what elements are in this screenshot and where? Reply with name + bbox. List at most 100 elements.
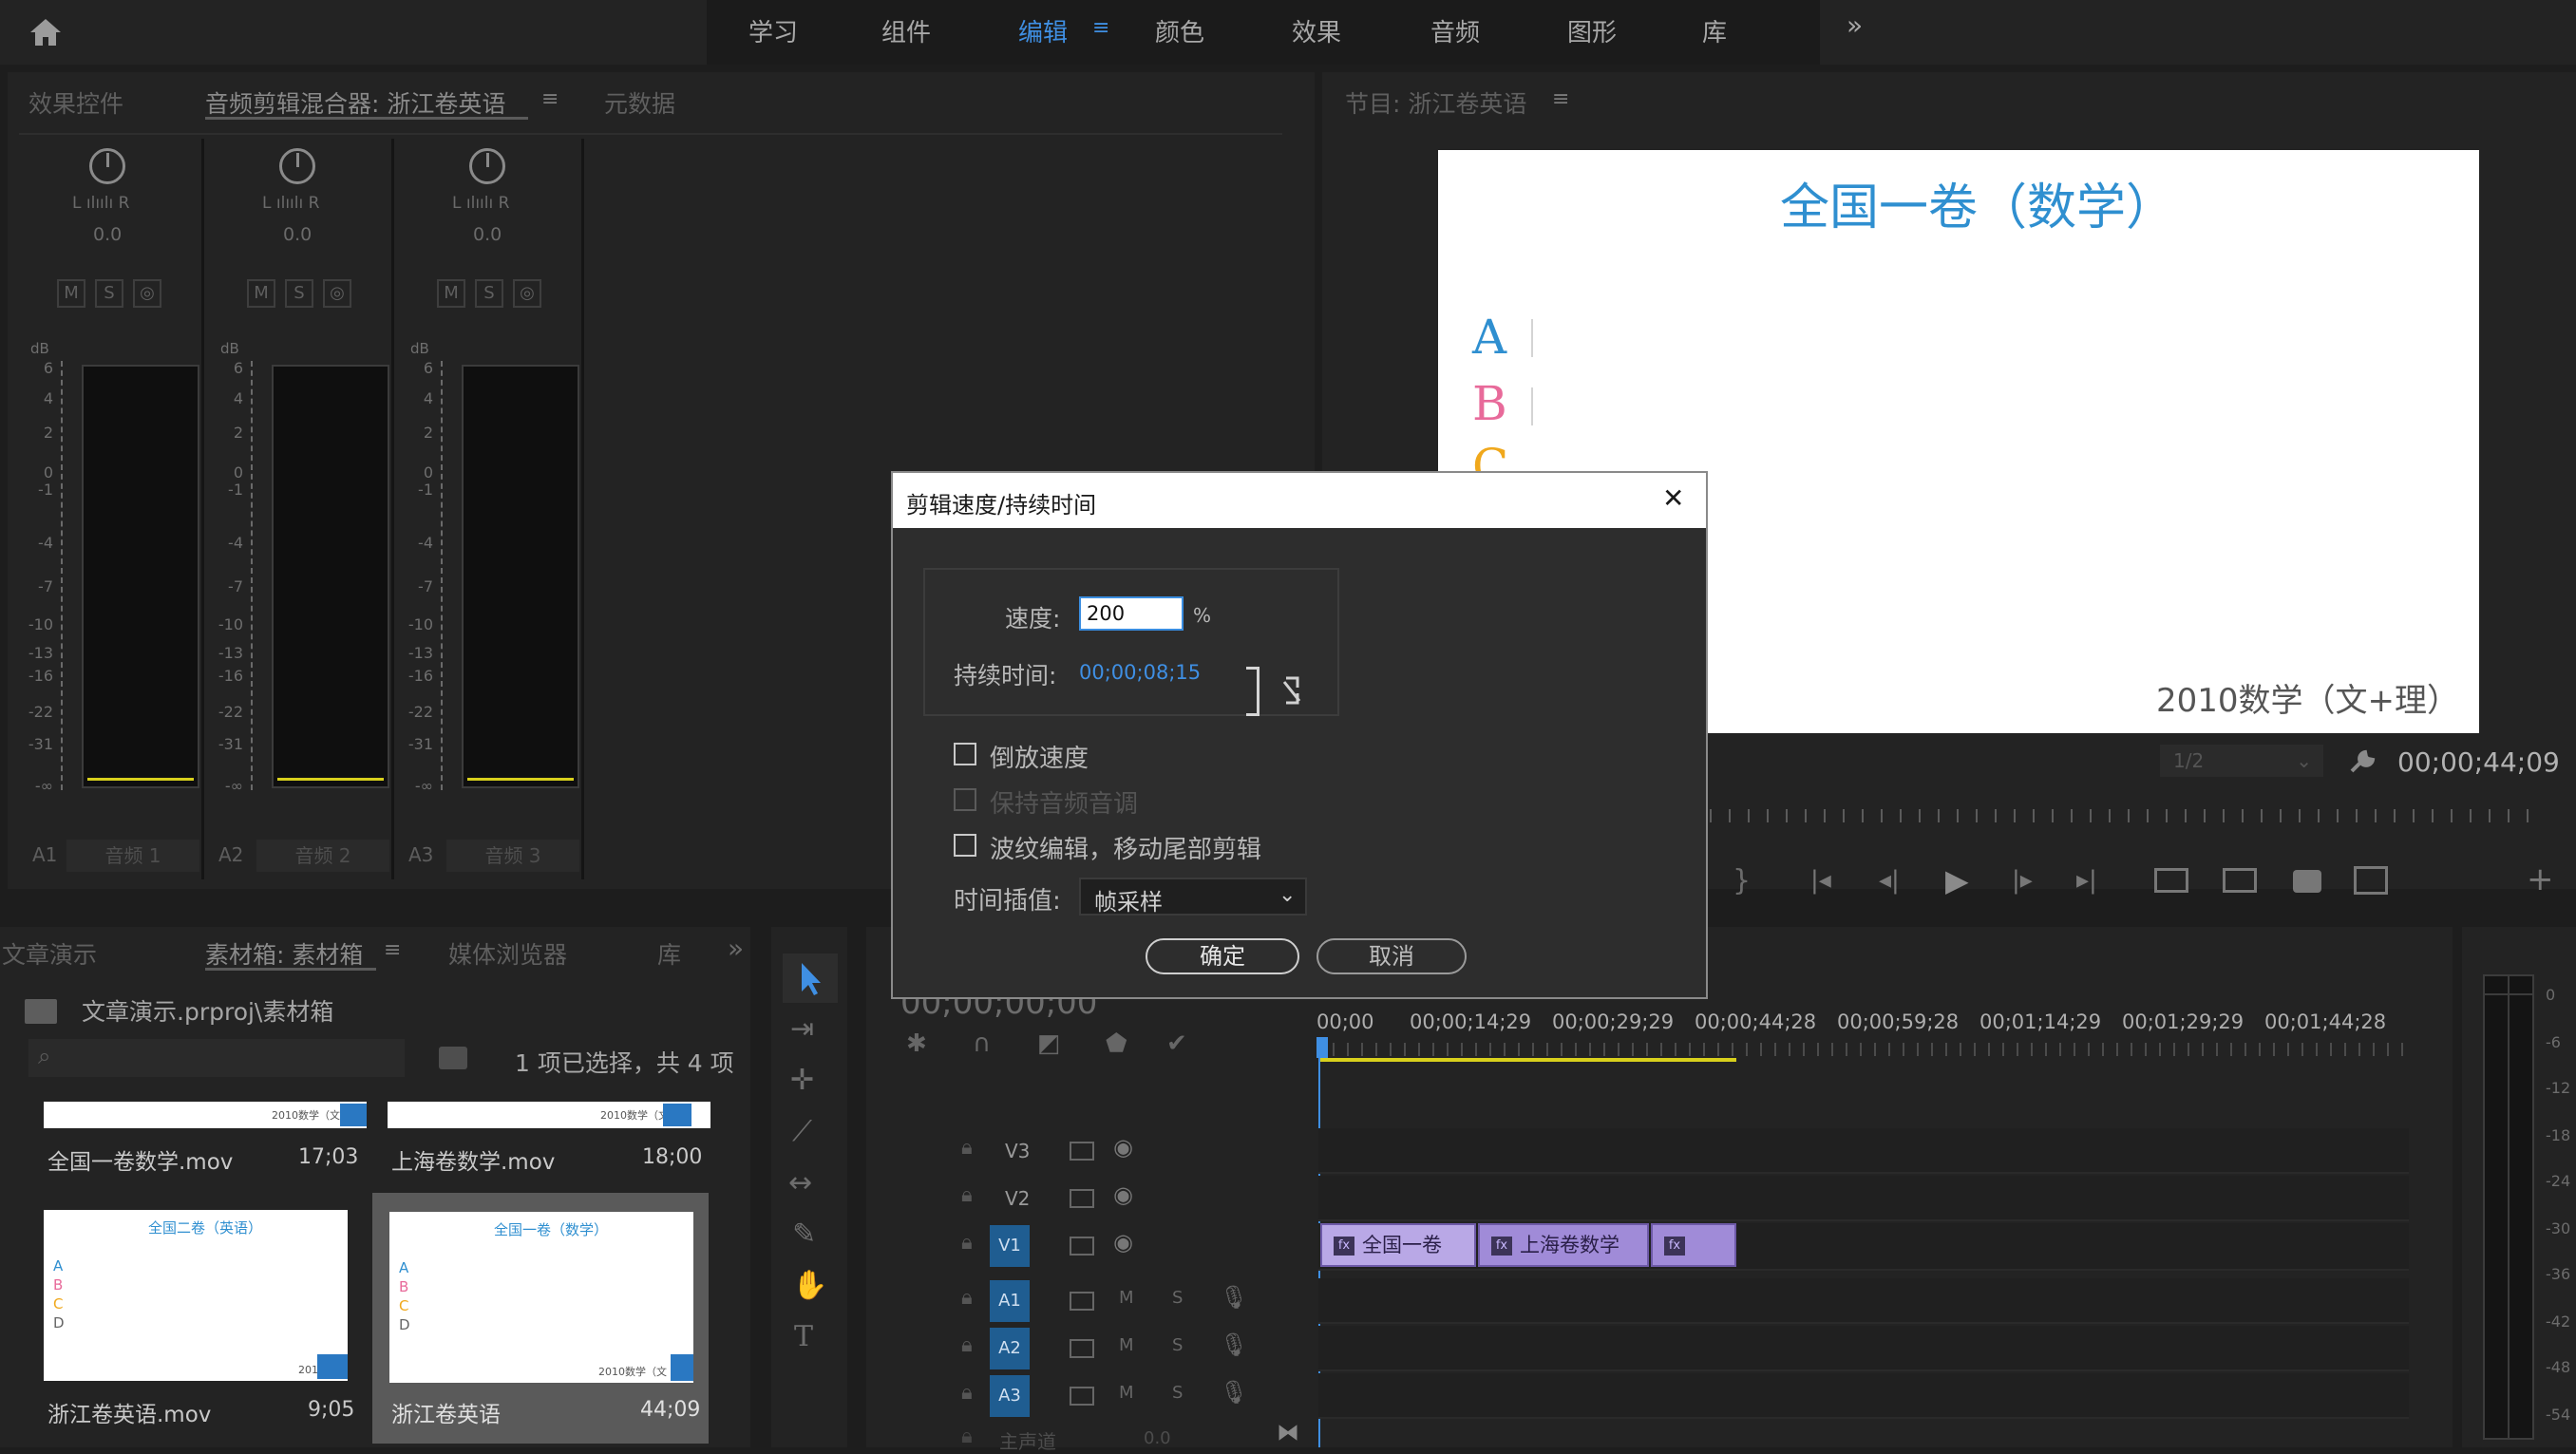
tab-media-browser[interactable]: 媒体浏览器 (448, 936, 567, 971)
tab-bin[interactable]: 素材箱: 素材箱 (205, 936, 363, 971)
solo-track-button[interactable]: S (1172, 1288, 1183, 1308)
settings-wrench-icon[interactable]: ✔ (1166, 1029, 1187, 1058)
clip-zhejiang-english[interactable]: fx (1651, 1223, 1736, 1267)
pan-knob[interactable] (89, 148, 125, 184)
microphone-icon[interactable]: 🎙︎ (1220, 1331, 1248, 1358)
bin-search-input[interactable]: ⌕ (28, 1039, 405, 1077)
slip-tool-icon[interactable]: ↔ (788, 1166, 812, 1199)
workspace-tab-effects[interactable]: 效果 (1292, 13, 1341, 48)
home-icon[interactable] (28, 17, 63, 47)
panel-menu-icon[interactable]: ≡ (541, 87, 559, 111)
nest-icon[interactable]: ✱ (906, 1029, 927, 1058)
maintain-pitch-checkbox[interactable] (954, 788, 976, 811)
clip-quanguo-yijuan[interactable]: fx 全国一卷 (1320, 1223, 1476, 1267)
bin-item[interactable]: 全国二卷（英语） A B C D 201 浙江卷英语.mov 9;05 (25, 1200, 378, 1440)
ripple-edit-tool-icon[interactable]: ✛ (790, 1064, 814, 1097)
lock-icon[interactable]: 🔒︎ (961, 1333, 973, 1357)
mute-button[interactable]: M (437, 279, 465, 308)
pen-tool-icon[interactable]: ✎ (792, 1218, 816, 1251)
microphone-icon[interactable]: 🎙︎ (1220, 1284, 1248, 1311)
source-patch-a1[interactable]: A1 (990, 1280, 1030, 1322)
go-to-in-icon[interactable]: |◂ (1810, 866, 1831, 895)
bin-item[interactable]: 2010数学（文 上海卷数学.mov 18;00 (386, 1102, 739, 1204)
microphone-icon[interactable]: 🎙︎ (1220, 1379, 1248, 1406)
workspace-tab-editing[interactable]: 编辑 (1018, 13, 1068, 48)
record-button[interactable]: ◎ (133, 279, 161, 308)
lock-icon[interactable]: 🔒︎ (961, 1425, 973, 1448)
workspace-tab-audio[interactable]: 音频 (1430, 13, 1480, 48)
playhead-handle[interactable] (1316, 1037, 1328, 1058)
go-to-out-icon[interactable]: ▸| (2076, 866, 2097, 895)
workspace-tab-assembly[interactable]: 组件 (881, 13, 931, 48)
duration-value[interactable]: 00;00;08;15 (1079, 661, 1201, 684)
compare-view-icon[interactable] (2354, 866, 2388, 895)
bin-item-selected[interactable]: 全国一卷（数学） A B C D 2010数学（文 浙江卷英语 44;09 (372, 1193, 709, 1444)
tab-program[interactable]: 节目: 浙江卷英语 (1345, 85, 1526, 120)
lift-icon[interactable] (2154, 868, 2188, 893)
speed-input[interactable]: 200 (1079, 596, 1184, 631)
type-tool-icon[interactable]: T (794, 1320, 813, 1353)
extract-icon[interactable] (2223, 868, 2257, 893)
camera-icon[interactable] (2293, 870, 2321, 893)
mute-track-button[interactable]: M (1119, 1383, 1134, 1403)
mute-track-button[interactable]: M (1119, 1335, 1134, 1355)
sync-lock-icon[interactable] (1070, 1189, 1094, 1208)
solo-button[interactable]: S (95, 279, 123, 308)
record-button[interactable]: ◎ (513, 279, 541, 308)
sync-lock-icon[interactable] (1070, 1339, 1094, 1358)
tab-project[interactable]: 文章演示 (2, 936, 97, 971)
unlink-icon[interactable] (1279, 674, 1305, 707)
reverse-speed-checkbox[interactable] (954, 743, 976, 765)
play-icon[interactable]: ▶ (1945, 862, 1969, 898)
monitor-ruler[interactable] (1710, 809, 2546, 822)
tab-metadata[interactable]: 元数据 (604, 85, 675, 120)
ok-button[interactable]: 确定 (1146, 938, 1299, 974)
source-patch-a3[interactable]: A3 (990, 1375, 1030, 1417)
more-panels-icon[interactable]: » (728, 933, 744, 964)
add-button-icon[interactable]: + (2527, 860, 2554, 898)
lock-icon[interactable]: 🔒︎ (961, 1381, 973, 1405)
mute-button[interactable]: M (57, 279, 85, 308)
sync-lock-icon[interactable] (1070, 1292, 1094, 1311)
track-select-tool-icon[interactable]: ⇥ (790, 1012, 814, 1046)
ripple-edit-checkbox[interactable] (954, 834, 976, 857)
linked-selection-icon[interactable]: ◩ (1037, 1029, 1061, 1058)
snap-icon[interactable]: ∩ (973, 1029, 991, 1058)
new-search-bin-icon[interactable] (439, 1047, 467, 1069)
record-button[interactable]: ◎ (323, 279, 351, 308)
eye-icon[interactable]: ◉ (1113, 1134, 1133, 1161)
cancel-button[interactable]: 取消 (1316, 938, 1467, 974)
interpolation-select[interactable]: 帧采样 ⌄ (1079, 878, 1307, 916)
sync-lock-icon[interactable] (1070, 1387, 1094, 1406)
source-patch-v1[interactable]: V1 (990, 1225, 1030, 1267)
workspace-tab-learn[interactable]: 学习 (748, 13, 798, 48)
solo-track-button[interactable]: S (1172, 1335, 1183, 1355)
wrench-icon[interactable] (2348, 746, 2377, 775)
eye-icon[interactable]: ◉ (1113, 1229, 1133, 1256)
more-workspaces-icon[interactable]: » (1847, 9, 1863, 41)
lock-icon[interactable]: 🔒︎ (961, 1136, 973, 1160)
solo-button[interactable]: S (285, 279, 313, 308)
add-marker-icon[interactable]: ⬟ (1106, 1029, 1127, 1058)
panel-menu-icon[interactable]: ≡ (1552, 87, 1569, 111)
panel-menu-icon[interactable]: ≡ (384, 938, 401, 962)
source-patch-a2[interactable]: A2 (990, 1328, 1030, 1369)
sync-lock-icon[interactable] (1070, 1142, 1094, 1161)
close-icon[interactable]: ✕ (1662, 482, 1684, 514)
workspace-tab-libraries[interactable]: 库 (1702, 13, 1727, 48)
step-forward-icon[interactable]: |▸ (2012, 866, 2033, 895)
solo-track-button[interactable]: S (1172, 1383, 1183, 1403)
resolution-dropdown[interactable]: 1/2 ⌄ (2160, 745, 2323, 777)
sync-lock-icon[interactable] (1070, 1237, 1094, 1256)
mark-out-icon[interactable]: } (1733, 864, 1751, 897)
workspace-tab-color[interactable]: 颜色 (1155, 13, 1204, 48)
clip-shanghai-math[interactable]: fx 上海卷数学 (1478, 1223, 1649, 1267)
eye-icon[interactable]: ◉ (1113, 1181, 1133, 1208)
tab-effect-controls[interactable]: 效果控件 (28, 85, 123, 120)
tab-libraries[interactable]: 库 (657, 936, 681, 971)
lock-icon[interactable]: 🔒︎ (961, 1183, 973, 1207)
pan-knob[interactable] (469, 148, 505, 184)
lock-icon[interactable]: 🔒︎ (961, 1231, 973, 1255)
go-to-end-icon[interactable]: ⧓ (1277, 1419, 1299, 1445)
hand-tool-icon[interactable]: ✋ (792, 1269, 827, 1302)
